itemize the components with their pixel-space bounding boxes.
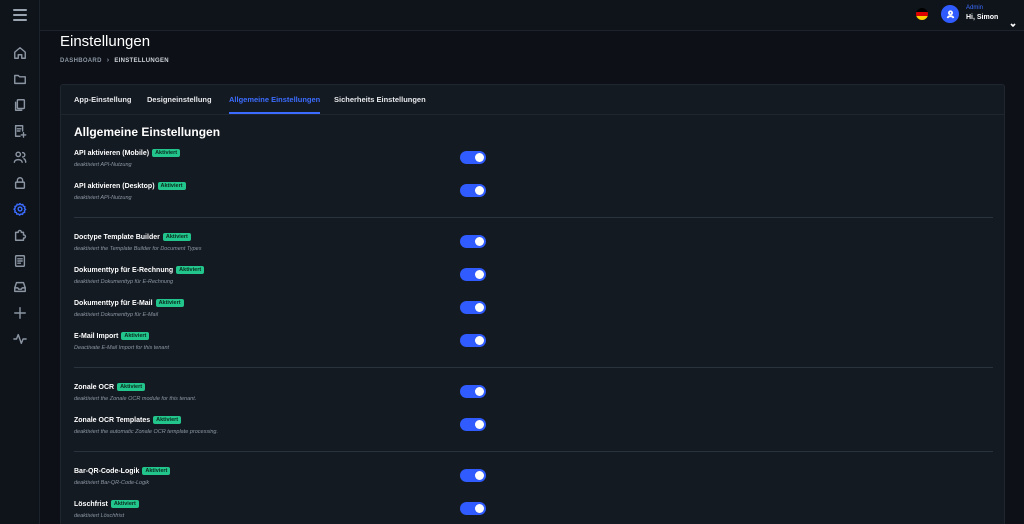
setting-zonale-ocr: Zonale OCR Aktiviert deaktiviert the Zona… [74,383,494,411]
folder-icon[interactable] [12,71,28,87]
setting-label: Doctype Template Builder [74,234,160,241]
loeschfrist-toggle[interactable] [460,502,486,515]
documents-icon[interactable] [12,97,28,113]
setting-label: Bar-QR-Code-Logik [74,468,140,475]
menu-icon[interactable] [13,9,27,21]
user-icon [946,9,954,18]
setting-description: deaktiviert Löschfrist [74,513,125,519]
status-badge: Aktiviert [153,416,182,424]
status-badge: Aktiviert [155,299,184,307]
setting-loeschfrist: Löschfrist Aktiviert deaktiviert Löschfri… [74,500,494,524]
sidebar [0,0,40,524]
setting-label: Zonale OCR Templates [74,417,151,424]
status-badge: Aktiviert [162,233,191,241]
dokumenttyp-e-rechnung-toggle[interactable] [460,268,486,281]
settings-tabs: App-Einstellung Designeinstellung Allgem… [61,85,1004,115]
divider [74,367,993,368]
divider [74,217,993,218]
breadcrumb: DASHBOARD › EINSTELLUNGEN [60,57,169,64]
setting-bar-qr-code-logik: Bar-QR-Code-Logik Aktiviert deaktiviert B… [74,467,494,495]
chevron-down-icon[interactable] [1010,15,1016,28]
lock-icon[interactable] [12,175,28,191]
puzzle-icon[interactable] [12,227,28,243]
status-badge: Aktiviert [121,332,150,340]
home-icon[interactable] [12,45,28,61]
setting-description: deaktiviert Dokumenttyp für E-Mail [74,312,159,318]
report-icon[interactable] [12,253,28,269]
user-role: Admin [966,5,984,11]
setting-description: Deactivate E-Mail Import for this tenant [74,345,170,351]
tab-designeinstellung[interactable]: Designeinstellung [147,95,212,104]
setting-description: deaktiviert the automatic Zonale OCR tem… [74,429,218,435]
dokumenttyp-e-mail-toggle[interactable] [460,301,486,314]
status-badge: Aktiviert [157,182,186,190]
germany-flag-icon[interactable] [916,8,928,20]
setting-dokumenttyp-e-rechnung: Dokumenttyp für E-Rechnung Aktiviert deak… [74,266,494,294]
page-title: Einstellungen [60,33,151,50]
setting-dokumenttyp-e-mail: Dokumenttyp für E-Mail Aktiviert deaktivi… [74,299,494,327]
setting-description: deaktiviert the Template Builder for Doc… [74,246,202,252]
setting-label: Dokumenttyp für E-Mail [74,300,153,307]
status-badge: Aktiviert [117,383,146,391]
setting-label: E-Mail Import [74,333,119,340]
avatar[interactable] [941,5,959,23]
plus-icon[interactable] [12,305,28,321]
tab-sicherheits-einstellungen[interactable]: Sicherheits Einstellungen [334,95,426,104]
tab-allgemeine-einstellungen[interactable]: Allgemeine Einstellungen [229,95,321,114]
setting-description: deaktiviert API-Nutzung [74,162,132,168]
setting-api-desktop: API aktivieren (Desktop) Aktiviert deakti… [74,182,494,210]
breadcrumb-current: EINSTELLUNGEN [114,57,169,64]
breadcrumb-dashboard[interactable]: DASHBOARD [60,58,102,64]
status-badge: Aktiviert [152,149,181,157]
status-badge: Aktiviert [176,266,205,274]
inbox-icon[interactable] [12,279,28,295]
tab-app-einstellung[interactable]: App-Einstellung [74,95,132,104]
setting-label: Dokumenttyp für E-Rechnung [74,267,174,274]
status-badge: Aktiviert [142,467,171,475]
gear-icon[interactable] [12,201,28,217]
setting-api-mobile: API aktivieren (Mobile) Aktiviert deaktiv… [74,149,494,177]
divider [74,451,993,452]
setting-description: deaktiviert Bar-QR-Code-Logik [74,480,150,486]
setting-zonale-ocr-templates: Zonale OCR Templates Aktiviert deaktivier… [74,416,494,444]
setting-label: API aktivieren (Mobile) [74,150,150,157]
bar-qr-code-logik-toggle[interactable] [460,469,486,482]
setting-doctype-template-builder: Doctype Template Builder Aktiviert deakti… [74,233,494,261]
status-badge: Aktiviert [110,500,139,508]
setting-description: deaktiviert API-Nutzung [74,195,132,201]
api-desktop-toggle[interactable] [460,184,486,197]
setting-label: API aktivieren (Desktop) [74,183,155,190]
doctype-template-builder-toggle[interactable] [460,235,486,248]
setting-label: Zonale OCR [74,384,115,391]
section-title: Allgemeine Einstellungen [74,125,221,139]
zonale-ocr-templates-toggle[interactable] [460,418,486,431]
user-menu-button[interactable]: Hi, Simon [966,14,998,21]
setting-label: Löschfrist [74,501,108,508]
top-header: Admin Hi, Simon [40,0,1024,31]
breadcrumb-separator: › [106,57,110,64]
api-mobile-toggle[interactable] [460,151,486,164]
zonale-ocr-toggle[interactable] [460,385,486,398]
document-add-icon[interactable] [12,123,28,139]
setting-e-mail-import: E-Mail Import Aktiviert Deactivate E-Mail… [74,332,494,360]
e-mail-import-toggle[interactable] [460,334,486,347]
setting-description: deaktiviert Dokumenttyp für E-Rechnung [74,279,174,285]
settings-card: App-Einstellung Designeinstellung Allgem… [60,84,1005,524]
setting-description: deaktiviert the Zonale OCR module for th… [74,396,197,402]
users-icon[interactable] [12,149,28,165]
activity-icon[interactable] [12,331,28,347]
